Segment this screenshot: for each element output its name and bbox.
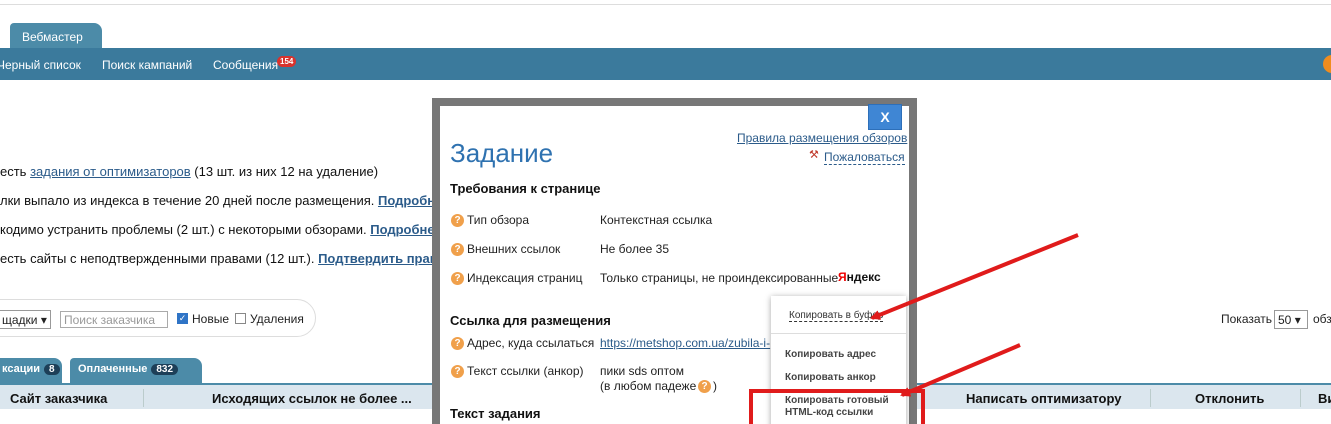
arrow-to-copy-buffer: [870, 233, 1079, 320]
arrow-to-html-code: [900, 343, 1021, 397]
annotation-arrows: [870, 233, 1079, 397]
